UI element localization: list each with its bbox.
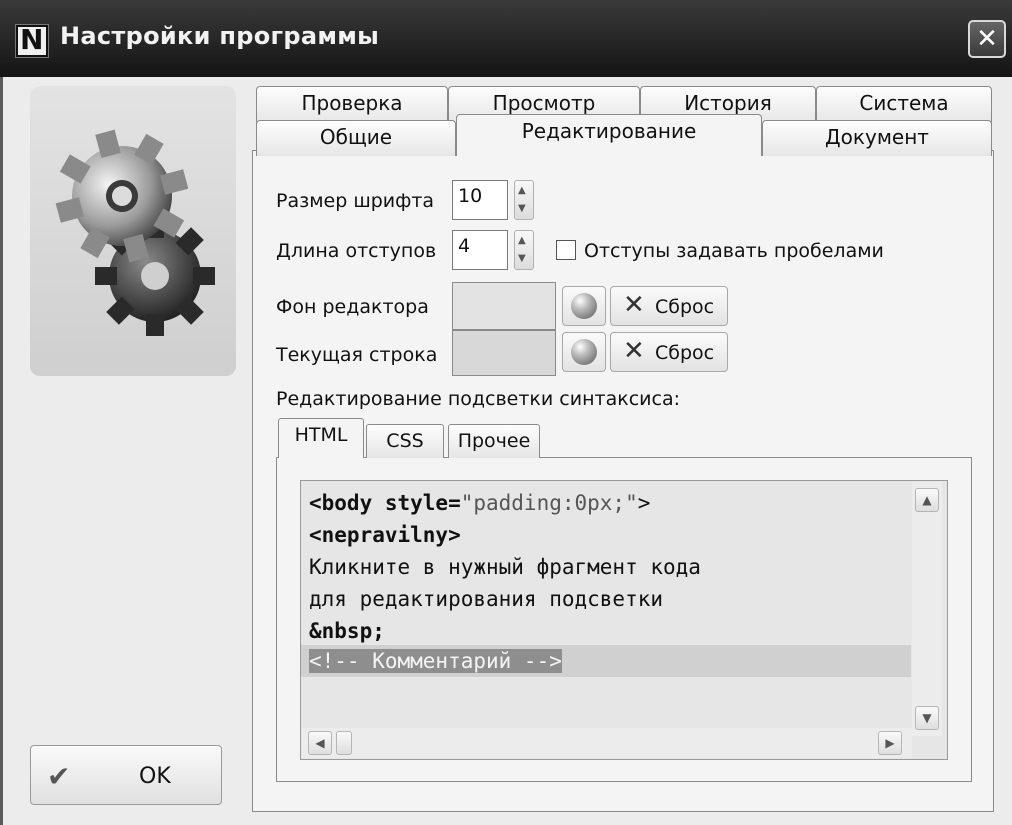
code-line[interactable]: <nepravilny>	[309, 523, 461, 547]
indent-spaces-checkbox[interactable]	[556, 240, 576, 260]
vertical-scrollbar[interactable]: ▲ ▼	[912, 482, 942, 736]
editor-bg-reset-button[interactable]: ✕ Сброс	[610, 286, 728, 326]
close-icon: ✕	[623, 336, 645, 366]
code-line[interactable]: <body style="padding:0px;">	[309, 491, 650, 515]
tab-html[interactable]: HTML	[278, 418, 364, 458]
tab-editing[interactable]: Редактирование	[456, 114, 762, 156]
tab-other[interactable]: Прочее	[448, 424, 540, 458]
code-line[interactable]: Кликните в нужный фрагмент кода	[309, 555, 701, 579]
font-size-stepper[interactable]: ▲ ▼	[514, 180, 534, 220]
settings-logo-panel	[30, 86, 236, 376]
code-line-comment[interactable]: <!-- Комментарий -->	[309, 649, 562, 673]
indent-spaces-label: Отступы задавать пробелами	[584, 240, 884, 262]
code-line[interactable]: &nbsp;	[309, 619, 385, 643]
scroll-left-icon[interactable]: ◀	[308, 731, 332, 755]
current-line-color-button[interactable]	[562, 332, 606, 372]
indent-length-stepper[interactable]: ▲ ▼	[514, 230, 534, 270]
scroll-right-icon[interactable]: ▶	[878, 731, 902, 755]
current-line-swatch[interactable]	[452, 330, 556, 376]
editor-bg-swatch[interactable]	[452, 282, 556, 330]
checkmark-icon: ✔	[47, 760, 71, 793]
code-line[interactable]: для редактирования подсветки	[309, 587, 663, 611]
tab-general[interactable]: Общие	[256, 120, 456, 156]
current-line-reset-button[interactable]: ✕ Сброс	[610, 332, 728, 372]
ok-button[interactable]: ✔ OK	[30, 745, 222, 805]
chevron-up-icon[interactable]: ▲	[518, 185, 526, 196]
window-title: Настройки программы	[60, 22, 380, 50]
close-button[interactable]: ✕	[968, 20, 1006, 58]
syntax-preview-editor[interactable]: <body style="padding:0px;"> <nepravilny>…	[300, 480, 948, 760]
tab-check[interactable]: Проверка	[256, 86, 448, 124]
tab-document[interactable]: Документ	[762, 120, 992, 156]
color-ball-icon	[571, 339, 597, 365]
horizontal-scrollbar[interactable]: ◀ ▶	[302, 728, 912, 758]
tab-css[interactable]: CSS	[366, 424, 444, 458]
font-size-label: Размер шрифта	[276, 190, 435, 212]
color-ball-icon	[571, 293, 597, 319]
close-icon: ✕	[623, 290, 645, 320]
font-size-input[interactable]: 10	[452, 180, 508, 220]
chevron-down-icon[interactable]: ▼	[518, 253, 526, 264]
current-line-label: Текущая строка	[276, 344, 438, 366]
editor-bg-color-button[interactable]	[562, 286, 606, 326]
syntax-highlight-label: Редактирование подсветки синтаксиса:	[276, 388, 680, 410]
editor-bg-label: Фон редактора	[276, 296, 429, 318]
app-logo-icon: N	[16, 23, 48, 57]
chevron-up-icon[interactable]: ▲	[518, 235, 526, 246]
scroll-thumb[interactable]	[336, 731, 352, 755]
chevron-down-icon[interactable]: ▼	[518, 203, 526, 214]
gears-icon	[55, 129, 215, 336]
title-bar[interactable]: N Настройки программы ✕	[0, 0, 1012, 77]
scroll-down-icon[interactable]: ▼	[915, 706, 939, 730]
scroll-up-icon[interactable]: ▲	[915, 488, 939, 512]
tab-system[interactable]: Система	[816, 86, 992, 124]
indent-length-input[interactable]: 4	[452, 230, 508, 270]
indent-length-label: Длина отступов	[276, 240, 437, 262]
